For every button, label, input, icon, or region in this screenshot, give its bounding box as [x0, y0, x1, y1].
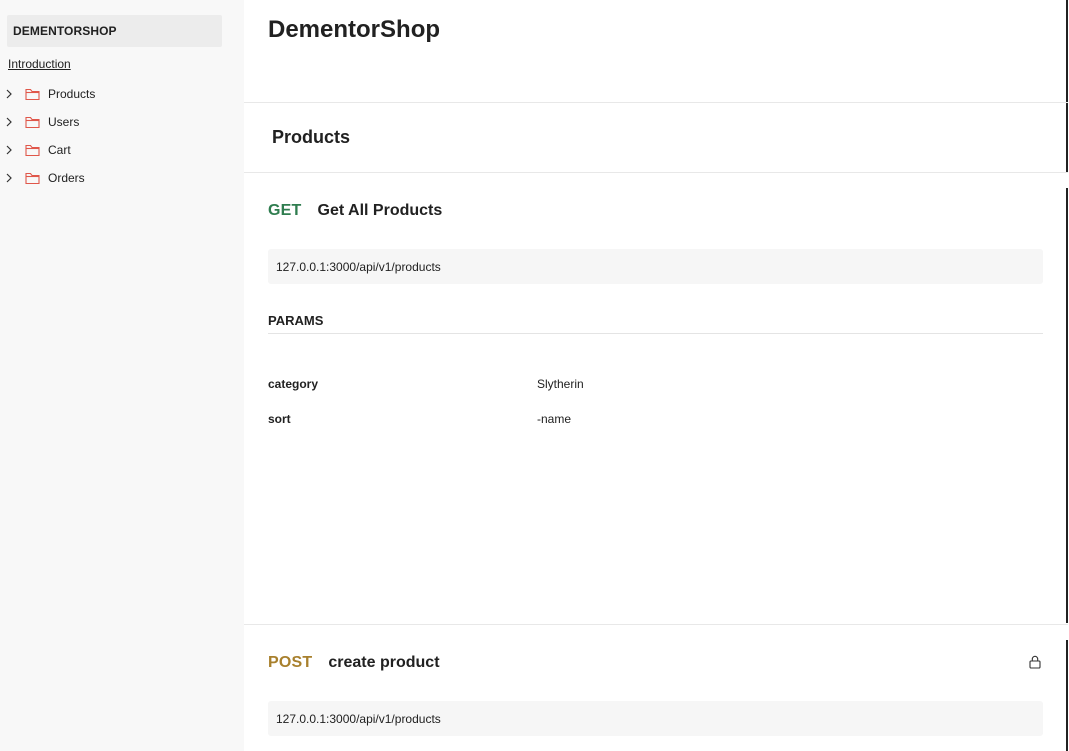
lock-icon: [1029, 655, 1041, 669]
method-badge: GET: [268, 202, 302, 219]
chevron-right-icon[interactable]: [4, 88, 14, 100]
app-window: DEMENTORSHOP Introduction Products Users…: [0, 0, 1069, 751]
sidebar-nav: Products Users Cart Orders: [0, 80, 244, 192]
sidebar-item-users[interactable]: Users: [0, 108, 244, 136]
sidebar-item-cart[interactable]: Cart: [0, 136, 244, 164]
param-value: -name: [537, 412, 572, 426]
sidebar: DEMENTORSHOP Introduction Products Users…: [0, 0, 244, 751]
folder-icon: [25, 144, 40, 157]
sidebar-item-orders[interactable]: Orders: [0, 164, 244, 192]
folder-icon: [25, 172, 40, 185]
sidebar-item-label: Products: [48, 87, 96, 101]
sidebar-item-label: Cart: [48, 143, 71, 157]
param-row: sort -name: [268, 412, 1043, 432]
request-name: Get All Products: [317, 202, 443, 219]
divider: [244, 172, 1068, 173]
chevron-right-icon[interactable]: [4, 144, 14, 156]
request-header-get: GET Get All Products: [268, 202, 442, 220]
folder-icon: [25, 88, 40, 101]
sidebar-item-label: Orders: [48, 171, 85, 185]
request-url[interactable]: 127.0.0.1:3000/api/v1/products: [268, 701, 1043, 736]
sidebar-item-products[interactable]: Products: [0, 80, 244, 108]
section-edge-rule: [1066, 0, 1068, 172]
main-content: DementorShop Products GET Get All Produc…: [244, 0, 1069, 751]
method-badge: POST: [268, 654, 313, 671]
section-edge-rule: [1066, 640, 1068, 751]
section-title: Products: [272, 127, 351, 147]
request-url[interactable]: 127.0.0.1:3000/api/v1/products: [268, 249, 1043, 284]
param-row: category Slytherin: [268, 377, 1043, 397]
chevron-right-icon[interactable]: [4, 116, 14, 128]
params-heading: PARAMS: [268, 313, 324, 328]
page-title: DementorShop: [268, 16, 441, 43]
request-name: create product: [328, 654, 440, 671]
sidebar-introduction-link[interactable]: Introduction: [8, 57, 71, 71]
chevron-right-icon[interactable]: [4, 172, 14, 184]
request-header-post: POST create product: [268, 654, 440, 672]
param-key: category: [268, 377, 319, 391]
param-value: Slytherin: [537, 377, 584, 391]
sidebar-brand[interactable]: DEMENTORSHOP: [7, 15, 222, 47]
section-edge-rule: [1066, 188, 1068, 623]
divider: [244, 102, 1068, 103]
divider: [268, 333, 1043, 334]
sidebar-item-label: Users: [48, 115, 80, 129]
divider: [244, 624, 1068, 625]
folder-icon: [25, 116, 40, 129]
param-key: sort: [268, 412, 291, 426]
